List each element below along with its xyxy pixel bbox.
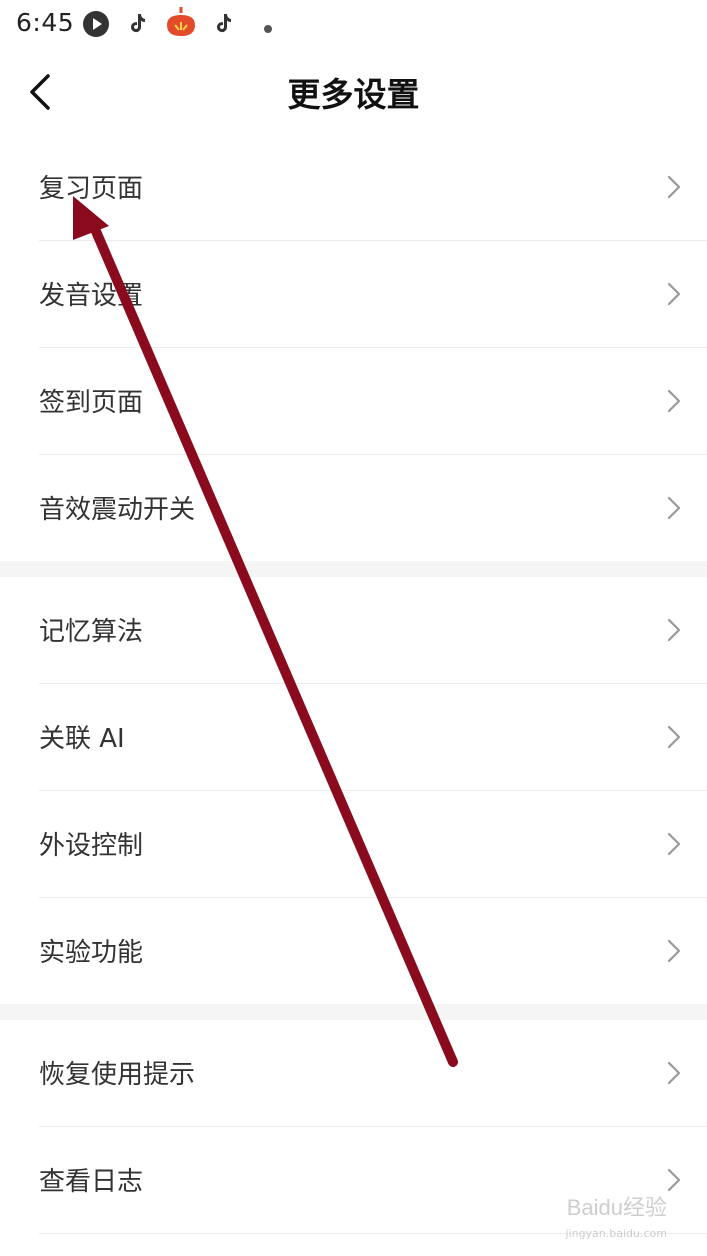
dot-icon: [263, 19, 273, 38]
setting-row-memory-algorithm[interactable]: 记忆算法: [39, 577, 707, 684]
setting-label: 关联 AI: [39, 724, 125, 754]
chevron-right-icon: [667, 496, 681, 520]
setting-row-restore-tips[interactable]: 恢复使用提示: [39, 1020, 707, 1127]
chevron-right-icon: [667, 832, 681, 856]
settings-list: 复习页面 发音设置 签到页面 音效震动开关 记忆算法 关联 AI 外设控制 实验…: [0, 134, 707, 1234]
watermark-url: jingyan.baidu.com: [565, 1227, 667, 1240]
section-divider: [0, 1004, 707, 1020]
chevron-right-icon: [667, 389, 681, 413]
chevron-right-icon: [667, 282, 681, 306]
setting-row-pronunciation[interactable]: 发音设置: [39, 241, 707, 348]
setting-label: 签到页面: [39, 388, 144, 418]
setting-label: 记忆算法: [39, 617, 144, 647]
setting-row-experimental[interactable]: 实验功能: [39, 898, 707, 1004]
chevron-right-icon: [667, 175, 681, 199]
setting-row-review-page[interactable]: 复习页面: [39, 134, 707, 241]
watermark-logo: Baidu经验: [566, 1195, 667, 1220]
chevron-right-icon: [667, 939, 681, 963]
setting-row-peripheral-control[interactable]: 外设控制: [39, 791, 707, 898]
chevron-right-icon: [667, 725, 681, 749]
chevron-right-icon: [667, 618, 681, 642]
settings-section-1: 复习页面 发音设置 签到页面 音效震动开关: [0, 134, 707, 561]
setting-label: 实验功能: [39, 938, 144, 968]
section-divider: [0, 561, 707, 577]
setting-label: 恢复使用提示: [39, 1060, 196, 1090]
play-circle-icon: [82, 10, 110, 42]
setting-row-link-ai[interactable]: 关联 AI: [39, 684, 707, 791]
setting-row-sound-vibration[interactable]: 音效震动开关: [39, 455, 707, 561]
setting-label: 发音设置: [39, 281, 144, 311]
setting-label: 查看日志: [39, 1167, 144, 1197]
tiktok-icon: [130, 12, 148, 38]
tiktok-icon: [216, 12, 234, 38]
app-header: 更多设置: [0, 52, 707, 128]
setting-label: 音效震动开关: [39, 495, 196, 525]
setting-row-checkin-page[interactable]: 签到页面: [39, 348, 707, 455]
status-bar: 6:45: [0, 0, 707, 48]
setting-label: 复习页面: [39, 174, 144, 204]
settings-section-2: 记忆算法 关联 AI 外设控制 实验功能: [0, 577, 707, 1004]
status-time: 6:45: [16, 8, 75, 37]
chevron-right-icon: [667, 1061, 681, 1085]
setting-label: 外设控制: [39, 831, 144, 861]
chevron-right-icon: [667, 1168, 681, 1192]
page-title: 更多设置: [287, 75, 420, 114]
fruit-app-icon: [164, 6, 198, 42]
